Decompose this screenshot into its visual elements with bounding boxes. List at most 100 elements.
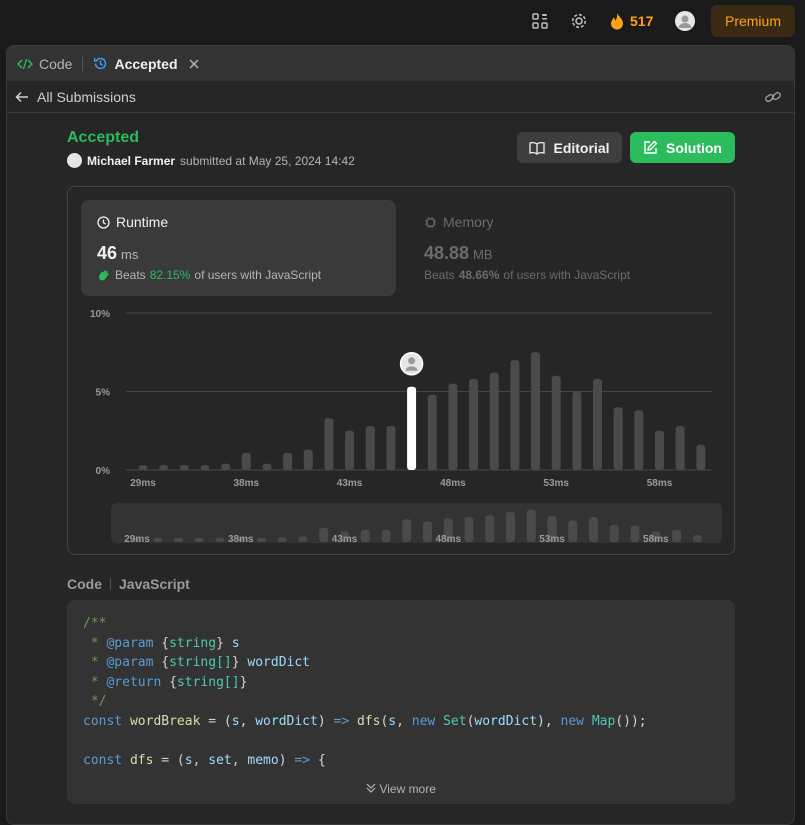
streak-count: 517	[630, 13, 654, 29]
chevron-double-down-icon	[366, 783, 376, 793]
x-tick-label: 48ms	[440, 478, 466, 489]
overview-bar	[360, 529, 370, 542]
bar	[365, 426, 375, 470]
code-line: * @param {string[]} wordDict	[83, 655, 311, 670]
overview-bar	[423, 521, 432, 542]
tab-accepted[interactable]: Accepted	[93, 56, 199, 72]
code-icon	[17, 58, 33, 69]
solution-button[interactable]: Solution	[630, 132, 735, 163]
bar	[283, 452, 293, 470]
submissions-nav: All Submissions	[7, 81, 794, 113]
view-more-label: View more	[379, 782, 436, 796]
overview-tick-label: 53ms	[539, 534, 565, 545]
overview-bar	[568, 520, 578, 542]
highlighted-bar	[407, 386, 417, 470]
overview-bar	[257, 538, 266, 542]
overview-bar	[609, 524, 619, 542]
overview-bar	[215, 538, 225, 542]
overview-bar	[402, 519, 412, 542]
premium-button[interactable]: Premium	[711, 5, 795, 37]
x-tick-label: 43ms	[337, 478, 363, 489]
overview-bar	[506, 511, 515, 542]
code-block[interactable]: /** * @param {string} s * @param {string…	[67, 600, 735, 804]
bar	[469, 378, 479, 470]
bar	[593, 378, 603, 470]
history-icon	[94, 57, 107, 70]
chart-overview-scrubber	[111, 503, 722, 543]
bar	[531, 352, 541, 470]
streak-counter[interactable]: 517	[610, 11, 653, 31]
close-icon[interactable]	[188, 58, 200, 70]
avatar[interactable]	[67, 153, 82, 168]
bar	[324, 418, 334, 470]
book-icon	[529, 141, 546, 155]
code-header-divider	[110, 578, 111, 590]
submitted-time: submitted at May 25, 2024 14:42	[180, 153, 355, 168]
submitter-name[interactable]: Michael Farmer	[87, 154, 175, 168]
tab-bar: Code Accepted	[7, 46, 794, 81]
overview-tick-label: 43ms	[332, 534, 358, 545]
tab-code-label: Code	[39, 55, 73, 72]
code-line: /**	[83, 616, 107, 631]
layout-grid-icon[interactable]	[530, 11, 550, 31]
gear-icon[interactable]	[569, 11, 589, 31]
bar	[221, 463, 231, 470]
all-submissions-link[interactable]: All Submissions	[37, 89, 136, 105]
overview-bar	[319, 527, 329, 542]
solution-label: Solution	[666, 139, 722, 156]
overview-bar	[630, 525, 640, 542]
bar	[241, 452, 251, 470]
overview-bar	[672, 529, 681, 542]
x-tick-label: 58ms	[647, 478, 673, 489]
editorial-button[interactable]: Editorial	[517, 132, 622, 163]
editorial-label: Editorial	[553, 139, 610, 156]
bar	[510, 360, 520, 470]
overview-bar	[526, 509, 536, 542]
y-tick-label: 5%	[96, 388, 111, 399]
bar	[634, 410, 644, 470]
link-icon[interactable]	[764, 90, 782, 104]
overview-tick-label: 48ms	[435, 534, 461, 545]
bar	[262, 463, 272, 470]
overview-tick-label: 29ms	[124, 534, 150, 545]
bar	[200, 465, 210, 470]
code-language: JavaScript	[119, 576, 190, 592]
submitter-info: Michael Farmer submitted at May 25, 2024…	[67, 153, 355, 168]
overview-tick-label: 58ms	[643, 534, 669, 545]
x-tick-label: 38ms	[234, 478, 260, 489]
top-bar: 517 Premium	[0, 0, 805, 42]
overview-bar	[464, 517, 474, 542]
view-more-button[interactable]: View more	[67, 780, 735, 800]
overview-bar	[589, 517, 598, 542]
x-tick-label: 29ms	[130, 478, 156, 489]
bar	[489, 372, 499, 470]
bar	[345, 430, 355, 470]
overview-bar	[194, 538, 204, 542]
bar	[572, 391, 582, 470]
overview-bar	[153, 538, 163, 542]
bar	[696, 444, 706, 470]
runtime-distribution-chart: 0% 5% 10% 29ms 38ms 43ms 48ms 53ms 58ms 29ms 38ms 4…	[90, 309, 722, 545]
arrow-left-icon[interactable]	[15, 90, 29, 104]
bar	[386, 426, 396, 470]
tab-code[interactable]: Code	[17, 56, 72, 72]
edit-icon	[644, 140, 658, 154]
x-tick-label: 53ms	[543, 478, 569, 489]
bar	[551, 375, 561, 470]
y-tick-label: 0%	[96, 466, 111, 477]
code-header-label: Code	[67, 576, 102, 592]
bar	[675, 426, 685, 470]
y-tick-label: 10%	[90, 309, 110, 320]
code-line: * @param {string} s	[83, 635, 240, 651]
bar	[179, 465, 189, 470]
overview-bar	[174, 538, 183, 542]
bar	[303, 449, 313, 470]
code-line: const wordBreak = (s, wordDict) => dfs(s…	[83, 713, 647, 729]
bar	[448, 383, 458, 470]
overview-bar	[485, 515, 495, 542]
overview-bar	[381, 529, 391, 542]
code-line: */	[83, 694, 107, 709]
user-avatar[interactable]	[675, 11, 695, 31]
overview-tick-label: 38ms	[228, 534, 254, 545]
bar	[138, 465, 148, 470]
